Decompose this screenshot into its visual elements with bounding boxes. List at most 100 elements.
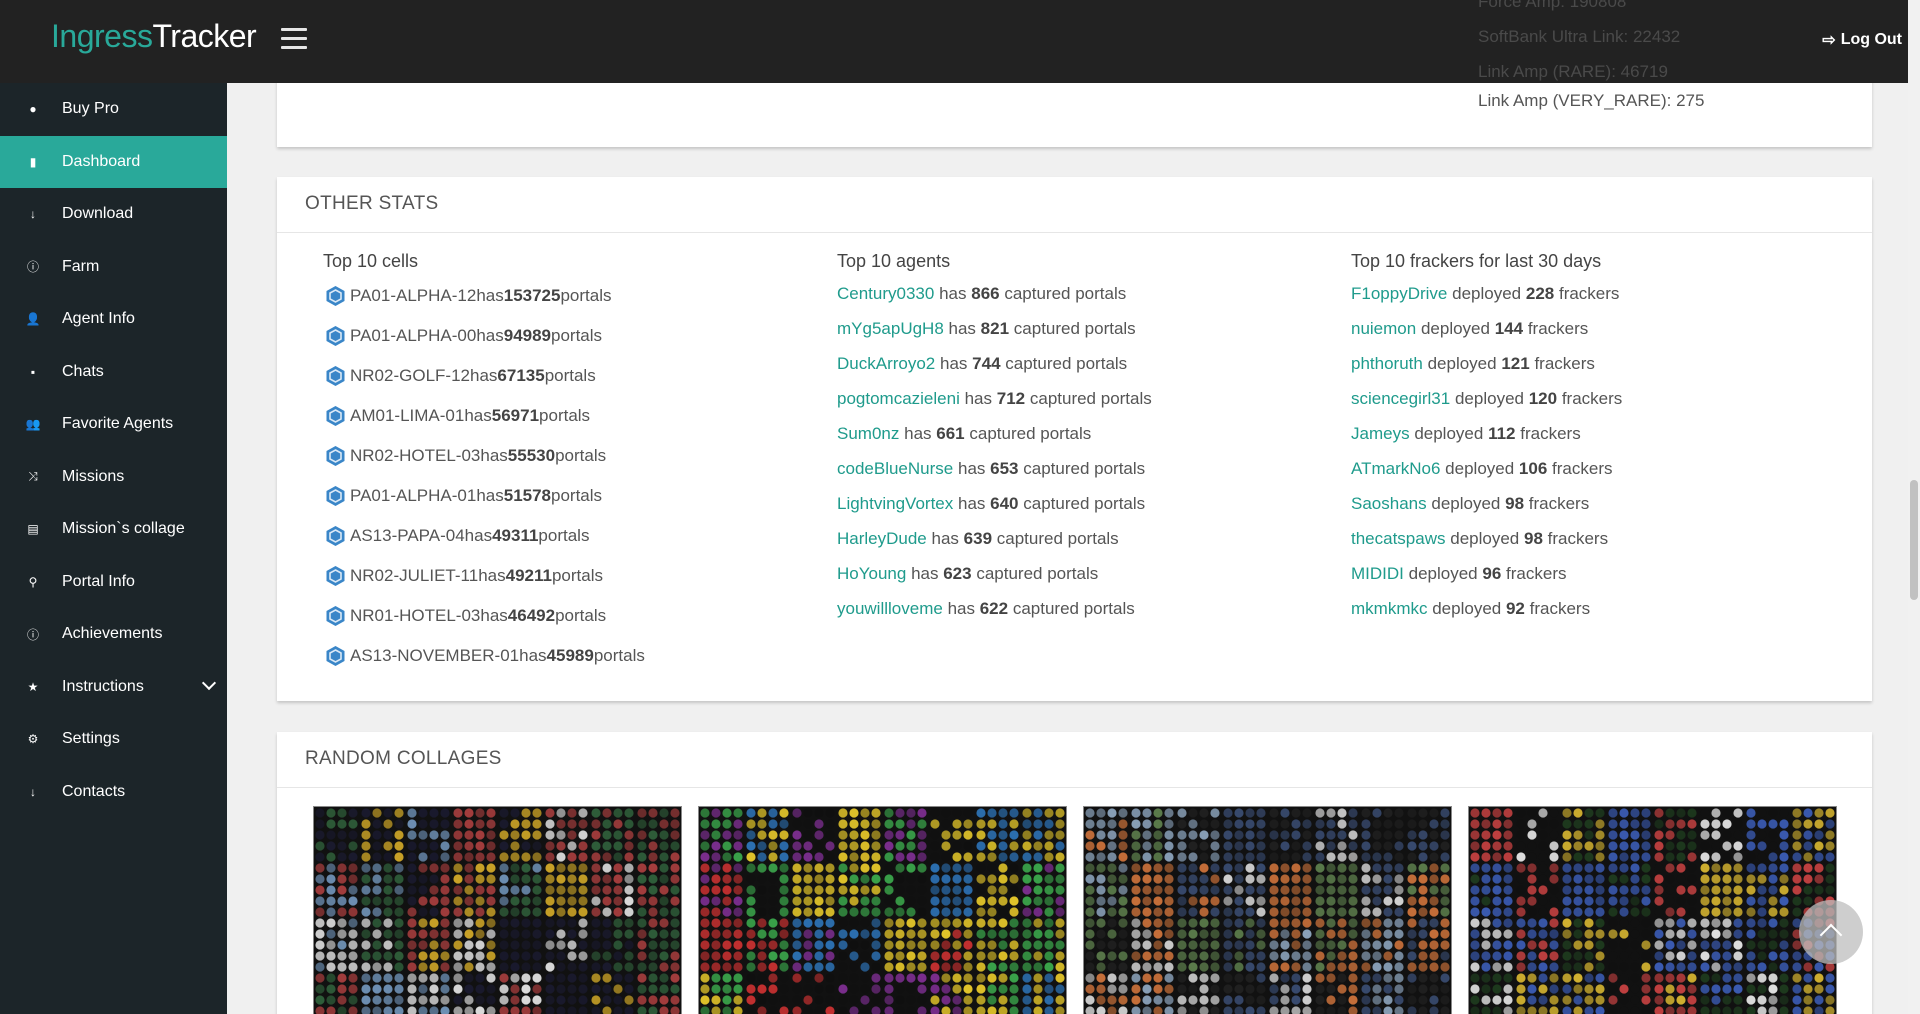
collage-thumbnail[interactable]: [1083, 806, 1452, 1014]
scroll-to-top-button[interactable]: [1799, 900, 1863, 964]
sidebar-item-instructions[interactable]: ★ Instructions: [0, 661, 227, 714]
sidebar-item-missions[interactable]: ⤨ Missions: [0, 451, 227, 504]
row-count: 712: [996, 389, 1026, 408]
row-unit: portals: [555, 606, 607, 625]
cell-name: NR02-JULIET-11: [350, 566, 479, 585]
frackers-row: Jameys deployed 112 frackers: [1351, 416, 1851, 451]
row-count: 744: [972, 354, 1001, 373]
agent-link[interactable]: Jameys: [1351, 424, 1410, 443]
cells-row: NR01-HOTEL-03 has 46492 portals: [323, 596, 823, 636]
row-count: 67135: [497, 366, 545, 385]
sidebar-item-buy-pro[interactable]: ● Buy Pro: [0, 83, 227, 136]
sidebar-item-contacts[interactable]: ↓ Contacts: [0, 766, 227, 819]
sidebar-item-icon: ▪: [30, 364, 36, 379]
agent-link[interactable]: LightvingVortex: [837, 494, 953, 513]
row-verb: deployed: [1408, 564, 1478, 583]
agent-link[interactable]: thecatspaws: [1351, 529, 1446, 548]
sidebar-item-mission-s-collage[interactable]: ▤ Mission`s collage: [0, 503, 227, 556]
cell-name: NR01-HOTEL-03: [350, 606, 481, 625]
sidebar-item-icon: ●: [29, 102, 37, 117]
sidebar-item-settings[interactable]: ⚙ Settings: [0, 713, 227, 766]
frackers-row: Saoshans deployed 98 frackers: [1351, 486, 1851, 521]
frackers-row: MIDIDI deployed 96 frackers: [1351, 556, 1851, 591]
cell-name: PA01-ALPHA-01: [350, 486, 477, 505]
sidebar-item-label: Favorite Agents: [62, 415, 174, 433]
sidebar-item-favorite-agents[interactable]: 👥 Favorite Agents: [0, 398, 227, 451]
agent-link[interactable]: mkmkmkc: [1351, 599, 1427, 618]
collage-thumbnail[interactable]: [313, 806, 682, 1014]
row-count: 640: [990, 494, 1019, 513]
agent-link[interactable]: codeBlueNurse: [837, 459, 953, 478]
sidebar-item-download[interactable]: ↓ Download: [0, 188, 227, 241]
row-count: 51578: [503, 486, 552, 505]
row-count: 49211: [505, 566, 552, 585]
row-unit: portals: [551, 566, 603, 585]
sidebar-item-farm[interactable]: ⓘ Farm: [0, 241, 227, 294]
sidebar-item-portal-info[interactable]: ⚲ Portal Info: [0, 556, 227, 609]
agent-link[interactable]: pogtomcazieleni: [837, 389, 960, 408]
inventory-line: SoftBank Ultra Link: 22432: [1478, 27, 1681, 46]
agent-link[interactable]: DuckArroyo2: [837, 354, 935, 373]
agent-link[interactable]: sciencegirl31: [1351, 389, 1450, 408]
row-unit: captured portals: [976, 564, 1099, 583]
agent-link[interactable]: nuiemon: [1351, 319, 1416, 338]
agent-link[interactable]: mYg5apUgH8: [837, 319, 944, 338]
agent-link[interactable]: HarleyDude: [837, 529, 927, 548]
sidebar-item-achievements[interactable]: ⓘ Achievements: [0, 608, 227, 661]
row-unit: frackers: [1547, 529, 1609, 548]
row-count: 623: [943, 564, 972, 583]
agent-link[interactable]: youwillloveme: [837, 599, 943, 618]
cell-hexagon-icon: [326, 446, 345, 466]
logout-label: Log Out: [1840, 31, 1902, 48]
agents-row: DuckArroyo2 has 744 captured portals: [837, 346, 1337, 381]
chevron-down-icon: [201, 675, 217, 690]
row-count: 45989: [546, 646, 594, 665]
brand-part-ingress: Ingress: [51, 18, 153, 54]
row-count: 55530: [507, 446, 556, 465]
brand-part-tracker: Tracker: [152, 18, 257, 54]
sidebar-item-agent-info[interactable]: 👤 Agent Info: [0, 293, 227, 346]
row-count: 56971: [491, 406, 540, 425]
sidebar-item-icon: ↓: [30, 207, 36, 222]
inventory-list-overflow: Force Amp: 190808 SoftBank Ultra Link: 2…: [1478, 0, 1680, 89]
sidebar-item-dashboard[interactable]: ▮ Dashboard: [0, 135, 227, 188]
collage-image: [1469, 807, 1836, 1014]
row-count: 112: [1488, 424, 1516, 443]
row-verb: has: [476, 326, 504, 345]
agent-link[interactable]: phthoruth: [1351, 354, 1423, 373]
agents-row: LightvingVortex has 640 captured portals: [837, 486, 1337, 521]
cell-hexagon-icon: [326, 326, 345, 346]
collage-image: [314, 807, 681, 1014]
logout-button[interactable]: ⇨ Log Out: [1822, 30, 1902, 50]
row-verb: deployed: [1420, 319, 1490, 338]
collage-thumbnail[interactable]: [1468, 806, 1837, 1014]
inventory-line: Force Amp: 190808: [1478, 0, 1627, 11]
agent-link[interactable]: Century0330: [837, 284, 934, 303]
row-count: 622: [979, 599, 1009, 618]
agent-link[interactable]: ATmarkNo6: [1351, 459, 1440, 478]
scrollbar-thumb[interactable]: [1910, 480, 1918, 600]
sidebar-item-icon: ↓: [30, 784, 36, 799]
agent-link[interactable]: F1oppyDrive: [1351, 284, 1447, 303]
row-verb: has: [911, 564, 939, 583]
sidebar-item-label: Instructions: [62, 677, 144, 695]
agent-link[interactable]: HoYoung: [837, 564, 906, 583]
brand-logo[interactable]: IngressTracker: [51, 18, 257, 55]
row-count: 98: [1505, 494, 1525, 513]
sidebar-item-label: Download: [62, 205, 134, 223]
row-verb: has: [964, 389, 993, 408]
agent-link[interactable]: Saoshans: [1351, 494, 1427, 513]
agent-link[interactable]: Sum0nz: [837, 424, 899, 443]
frackers-row: sciencegirl31 deployed 120 frackers: [1351, 381, 1851, 416]
row-unit: captured portals: [1023, 459, 1146, 478]
page-scrollbar[interactable]: [1908, 0, 1920, 1014]
sidebar-item-chats[interactable]: ▪ Chats: [0, 346, 227, 399]
cell-hexagon-icon: [326, 406, 345, 426]
menu-toggle-icon[interactable]: [281, 28, 307, 50]
agent-link[interactable]: MIDIDI: [1351, 564, 1404, 583]
cells-row: PA01-ALPHA-12 has 153725 portals: [323, 276, 823, 316]
random-collages-panel: RANDOM COLLAGES: [277, 732, 1872, 1014]
sidebar-item-label: Missions: [62, 467, 125, 485]
row-unit: frackers: [1558, 284, 1620, 303]
collage-thumbnail[interactable]: [698, 806, 1067, 1014]
